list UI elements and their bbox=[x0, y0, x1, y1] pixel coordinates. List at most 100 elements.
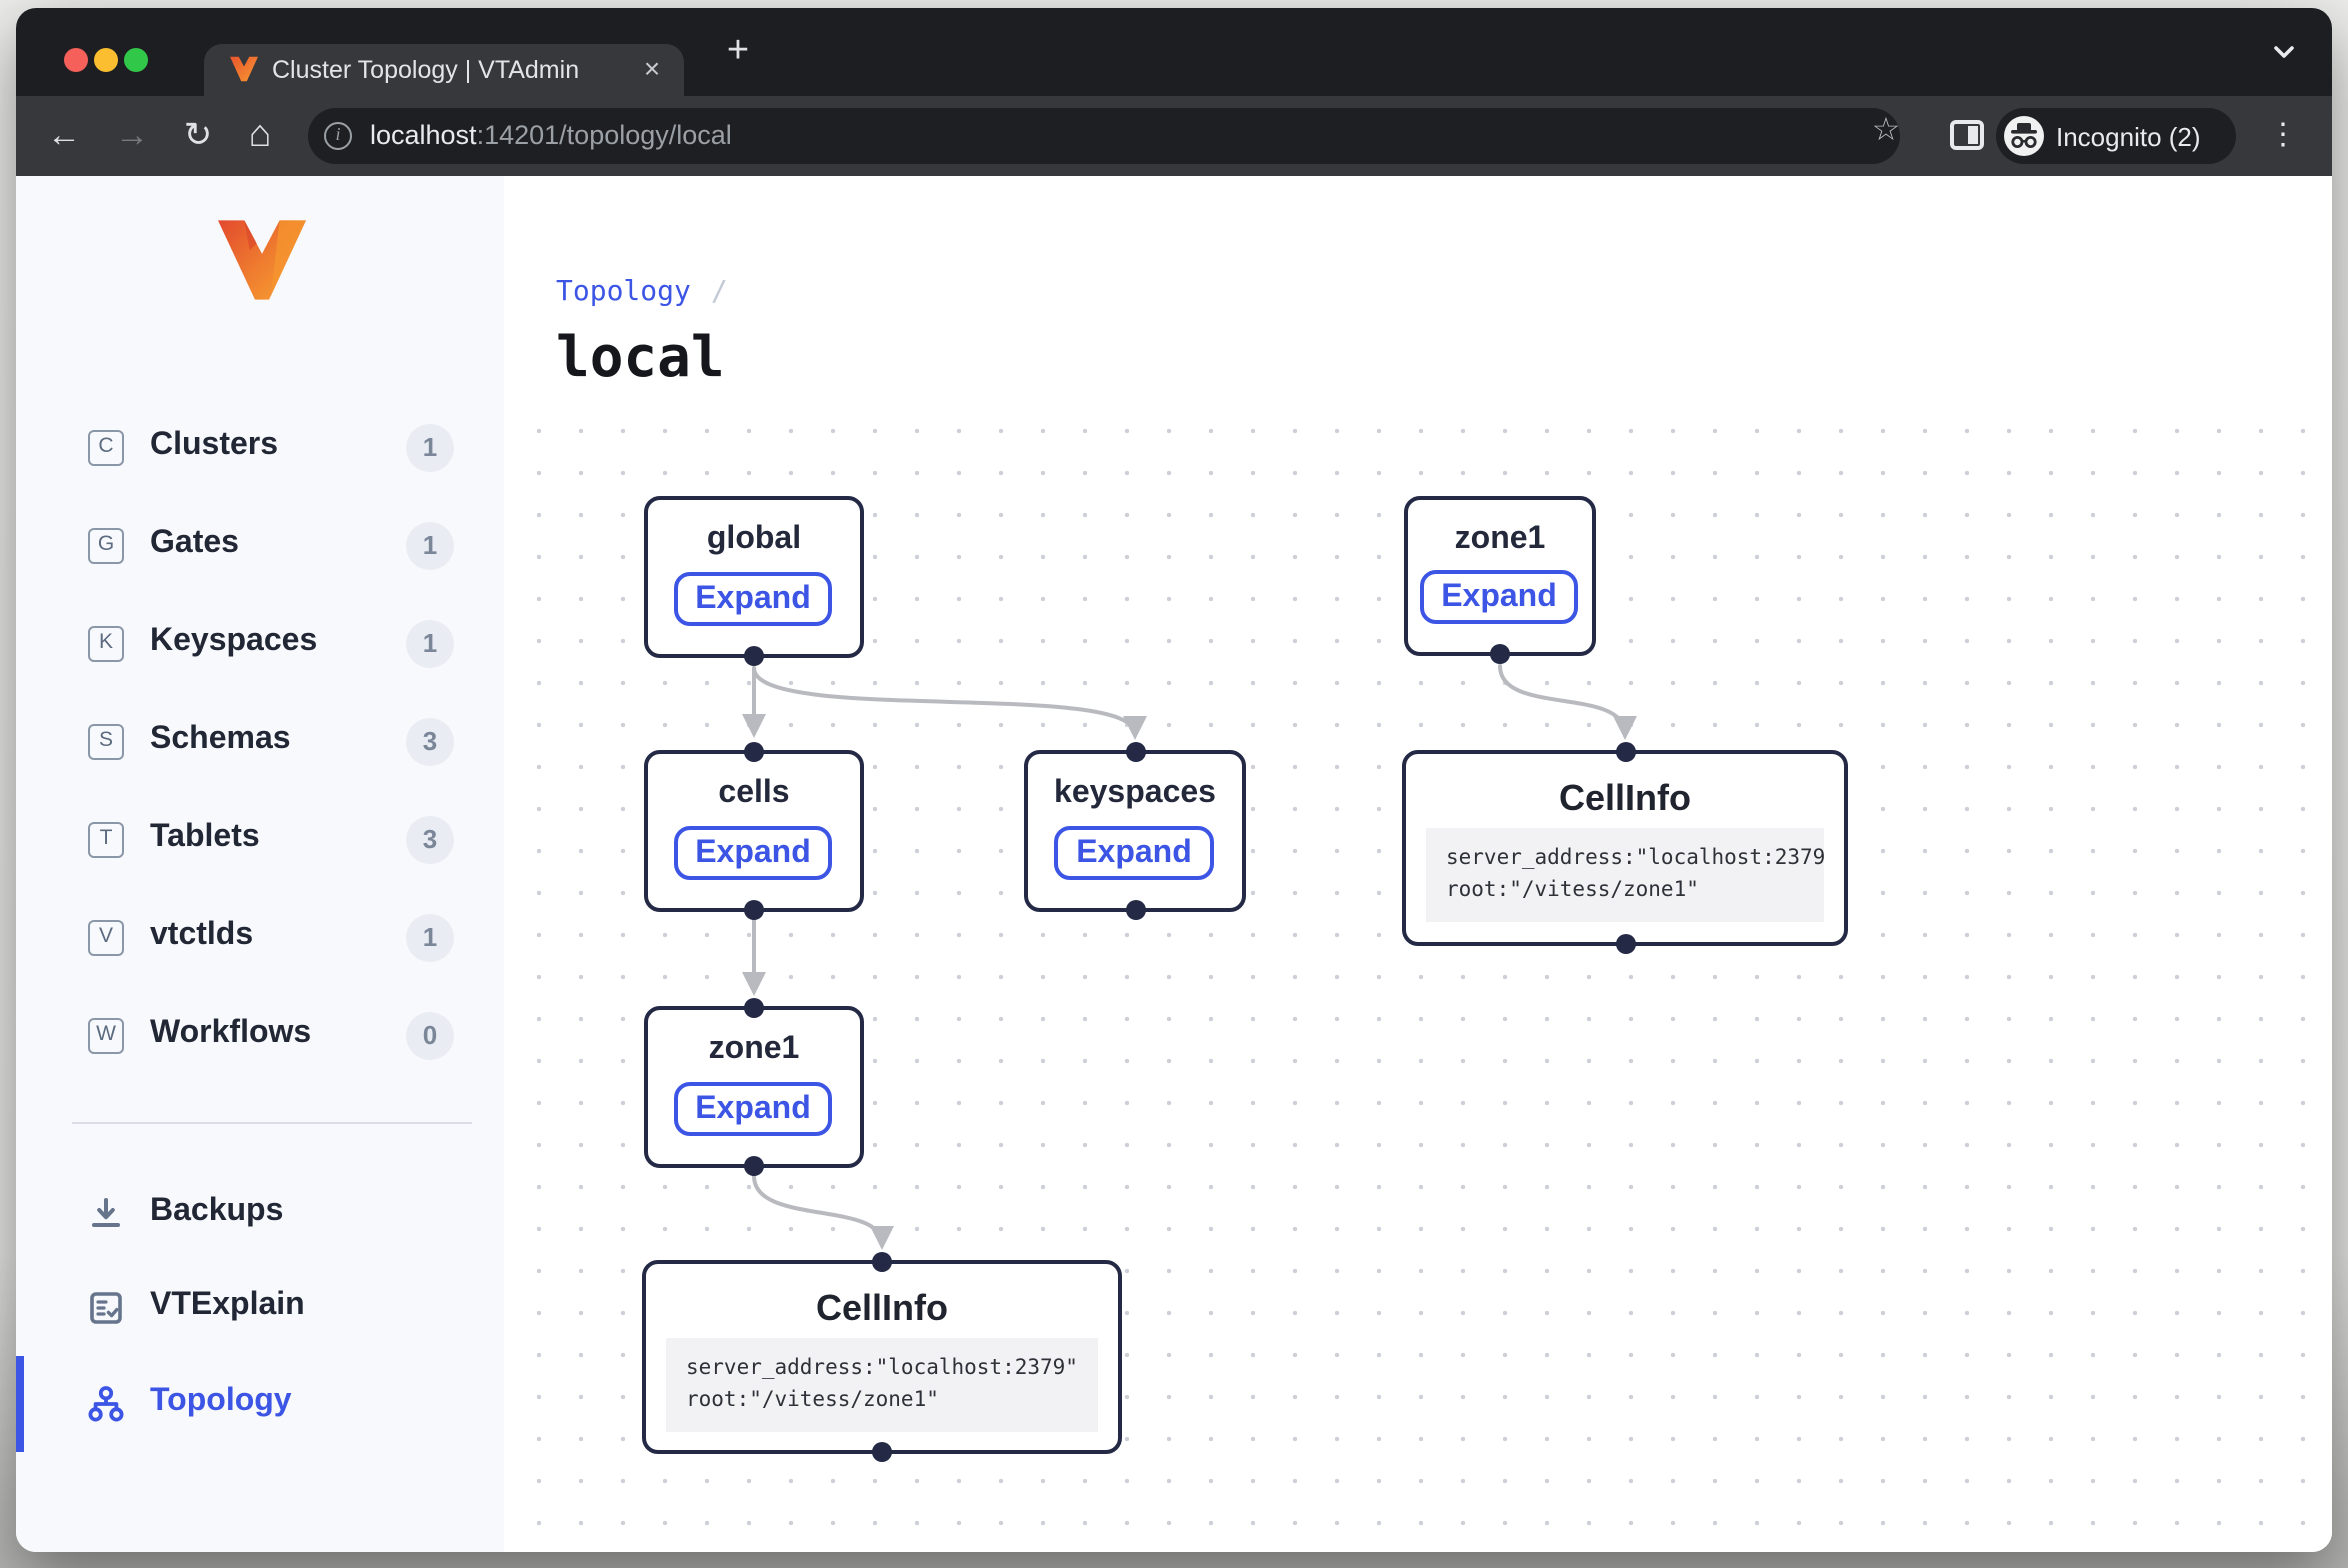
sidebar-item-keyspaces[interactable]: K Keyspaces 1 bbox=[16, 610, 504, 678]
count-badge: 3 bbox=[406, 816, 454, 864]
zoom-window-button[interactable] bbox=[124, 48, 148, 72]
node-zone1-top[interactable]: zone1 Expand bbox=[1404, 496, 1596, 656]
node-keyspaces[interactable]: keyspaces Expand bbox=[1024, 750, 1246, 912]
browser-menu-icon[interactable]: ⋮ bbox=[2268, 112, 2296, 160]
node-zone1-left[interactable]: zone1 Expand bbox=[644, 1006, 864, 1168]
node-label: zone1 bbox=[1408, 522, 1592, 558]
expand-zone1-left-button[interactable]: Expand bbox=[674, 1082, 832, 1136]
sidebar-item-schemas[interactable]: S Schemas 3 bbox=[16, 708, 504, 776]
tab-strip: Cluster Topology | VTAdmin × + bbox=[16, 8, 2332, 96]
cellinfo-server-address: server_address:"localhost:2379" bbox=[686, 1356, 1078, 1380]
sidebar-item-workflows[interactable]: W Workflows 0 bbox=[16, 1002, 504, 1070]
node-cells[interactable]: cells Expand bbox=[644, 750, 864, 912]
node-global[interactable]: global Expand bbox=[644, 496, 864, 658]
node-title: CellInfo bbox=[646, 1288, 1118, 1330]
sidebar-item-label: VTExplain bbox=[150, 1288, 305, 1324]
incognito-label: Incognito (2) bbox=[2056, 121, 2201, 151]
count-badge: 1 bbox=[406, 914, 454, 962]
sidebar: C Clusters 1 G Gates 1 K Keyspaces 1 S S… bbox=[16, 176, 504, 1552]
reload-button[interactable]: ↻ bbox=[174, 112, 222, 160]
sidebar-item-backups[interactable]: Backups bbox=[16, 1180, 504, 1248]
download-icon bbox=[86, 1194, 126, 1234]
expand-keyspaces-button[interactable]: Expand bbox=[1054, 826, 1214, 880]
home-button[interactable]: ⌂ bbox=[236, 112, 284, 160]
port-top bbox=[744, 998, 764, 1018]
node-cellinfo-right[interactable]: CellInfo server_address:"localhost:2379"… bbox=[1402, 750, 1848, 946]
url-path: :14201/topology/local bbox=[477, 120, 732, 150]
minimize-window-button[interactable] bbox=[94, 48, 118, 72]
node-label: global bbox=[648, 522, 860, 558]
port-top bbox=[1615, 742, 1635, 762]
port-bottom bbox=[1125, 900, 1145, 920]
count-badge: 1 bbox=[406, 424, 454, 472]
topology-icon bbox=[86, 1384, 126, 1424]
page-content: C Clusters 1 G Gates 1 K Keyspaces 1 S S… bbox=[16, 176, 2332, 1552]
expand-global-button[interactable]: Expand bbox=[674, 572, 832, 626]
sidebar-item-label: vtctlds bbox=[150, 918, 253, 954]
edge-global-keyspaces bbox=[754, 668, 1135, 734]
close-window-button[interactable] bbox=[64, 48, 88, 72]
sidebar-item-label: Keyspaces bbox=[150, 624, 317, 660]
sidebar-item-label: Clusters bbox=[150, 428, 278, 464]
cellinfo-root: root:"/vitess/zone1" bbox=[1446, 877, 1699, 901]
sidebar-item-topology[interactable]: Topology bbox=[16, 1370, 504, 1438]
port-bottom bbox=[744, 646, 764, 666]
sidebar-item-tablets[interactable]: T Tablets 3 bbox=[16, 806, 504, 874]
cellinfo-server-address: server_address:"localhost:2379" bbox=[1446, 846, 1824, 870]
tab-close-icon[interactable]: × bbox=[636, 52, 668, 84]
count-badge: 3 bbox=[406, 718, 454, 766]
tab-cluster-topology[interactable]: Cluster Topology | VTAdmin × bbox=[204, 44, 684, 96]
incognito-badge: Incognito (2) bbox=[1996, 108, 2236, 164]
vtctlds-letter-icon: V bbox=[88, 920, 124, 956]
edge-zone1-cellinfo-bottom bbox=[754, 1176, 882, 1244]
expand-cells-button[interactable]: Expand bbox=[674, 826, 832, 880]
port-bottom bbox=[744, 900, 764, 920]
count-badge: 1 bbox=[406, 620, 454, 668]
clusters-letter-icon: C bbox=[88, 430, 124, 466]
edge-zone1-cellinfo-right bbox=[1500, 666, 1625, 734]
sidebar-item-label: Topology bbox=[150, 1384, 292, 1420]
incognito-spy-icon bbox=[2004, 116, 2044, 156]
sidebar-item-vtexplain[interactable]: VTExplain bbox=[16, 1274, 504, 1342]
back-button[interactable]: ← bbox=[40, 112, 88, 160]
bookmark-star-icon[interactable]: ☆ bbox=[1868, 114, 1904, 150]
node-label: keyspaces bbox=[1028, 776, 1242, 812]
node-cellinfo-bottom[interactable]: CellInfo server_address:"localhost:2379"… bbox=[642, 1260, 1122, 1454]
site-info-icon[interactable]: i bbox=[324, 122, 352, 150]
sidebar-item-clusters[interactable]: C Clusters 1 bbox=[16, 414, 504, 482]
sidebar-item-vtctlds[interactable]: V vtctlds 1 bbox=[16, 904, 504, 972]
sidebar-item-label: Tablets bbox=[150, 820, 260, 856]
url-host: localhost bbox=[370, 120, 477, 150]
document-check-icon bbox=[86, 1288, 126, 1328]
url-text: localhost:14201/topology/local bbox=[370, 120, 732, 150]
expand-zone1-top-button[interactable]: Expand bbox=[1420, 570, 1578, 624]
sidebar-item-gates[interactable]: G Gates 1 bbox=[16, 512, 504, 580]
port-bottom bbox=[1490, 644, 1510, 664]
vitess-logo-icon bbox=[218, 220, 306, 300]
forward-button[interactable]: → bbox=[108, 112, 156, 160]
cellinfo-detail: server_address:"localhost:2379" root:"/v… bbox=[1426, 828, 1824, 922]
port-bottom bbox=[744, 1156, 764, 1176]
sidebar-item-label: Gates bbox=[150, 526, 239, 562]
topology-page: Topology/ local bbox=[504, 176, 2332, 1552]
vitess-favicon-icon bbox=[230, 56, 258, 82]
browser-window: Cluster Topology | VTAdmin × + ← → ↻ ⌂ i… bbox=[16, 8, 2332, 1552]
cellinfo-detail: server_address:"localhost:2379" root:"/v… bbox=[666, 1338, 1098, 1432]
workflows-letter-icon: W bbox=[88, 1018, 124, 1054]
screen: Cluster Topology | VTAdmin × + ← → ↻ ⌂ i… bbox=[0, 0, 2348, 1568]
sidebar-divider bbox=[72, 1122, 472, 1124]
side-panel-icon[interactable] bbox=[1950, 120, 1984, 150]
port-top bbox=[744, 742, 764, 762]
port-top bbox=[872, 1252, 892, 1272]
sidebar-item-label: Workflows bbox=[150, 1016, 311, 1052]
chevron-down-icon[interactable] bbox=[2268, 36, 2300, 68]
port-bottom bbox=[872, 1442, 892, 1462]
new-tab-button[interactable]: + bbox=[716, 30, 760, 74]
node-title: CellInfo bbox=[1406, 778, 1844, 820]
schemas-letter-icon: S bbox=[88, 724, 124, 760]
address-bar[interactable]: i localhost:14201/topology/local bbox=[308, 108, 1900, 164]
node-label: cells bbox=[648, 776, 860, 812]
tablets-letter-icon: T bbox=[88, 822, 124, 858]
gates-letter-icon: G bbox=[88, 528, 124, 564]
port-bottom bbox=[1615, 934, 1635, 954]
